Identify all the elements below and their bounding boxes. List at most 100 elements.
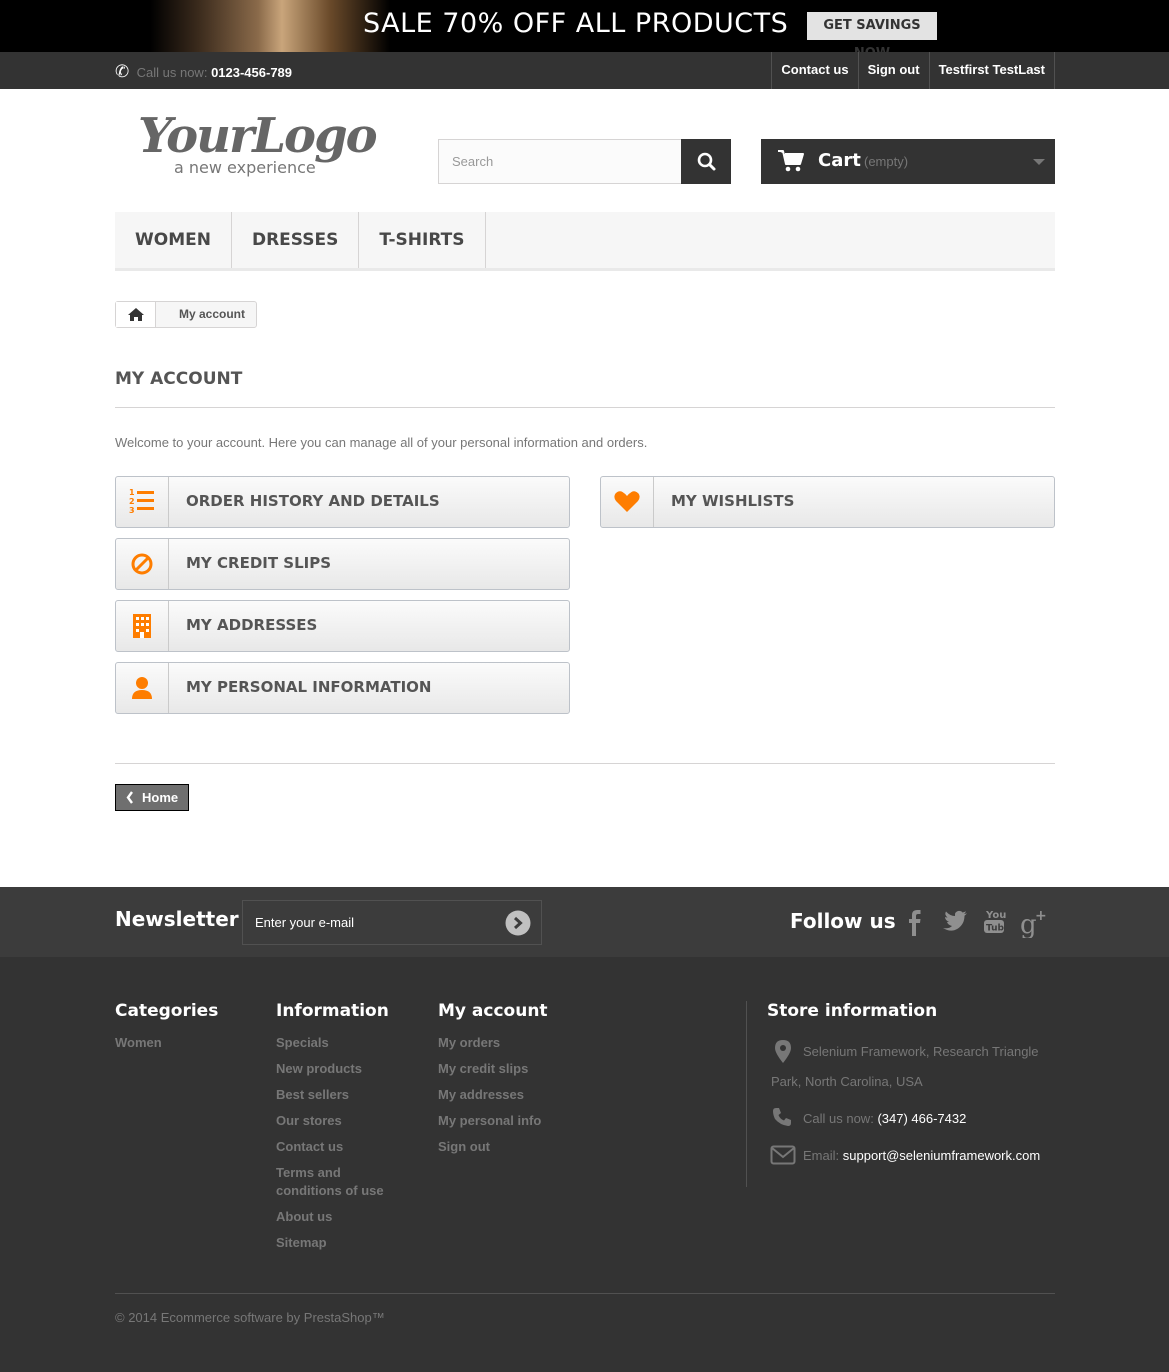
footer-link-contact-us[interactable]: Contact us (276, 1138, 401, 1156)
footer-link-my-credit-slips[interactable]: My credit slips (438, 1060, 548, 1078)
home-button-label: Home (142, 790, 179, 805)
arrow-circle-right-icon[interactable] (505, 910, 531, 936)
chevron-left-icon (126, 791, 133, 804)
footer-link-new-products[interactable]: New products (276, 1060, 401, 1078)
store-information-heading: Store information (767, 1001, 938, 1021)
top-nav-bar: ✆ Call us now: 0123-456-789 Contact us S… (0, 52, 1169, 89)
banner-model-image (150, 0, 390, 52)
search-icon (697, 152, 716, 171)
svg-text:2: 2 (129, 497, 135, 506)
welcome-text: Welcome to your account. Here you can ma… (115, 435, 648, 450)
footer-my-account-heading: My account (438, 1001, 548, 1021)
addresses-label: MY ADDRESSES (186, 616, 318, 634)
personal-info-button[interactable]: MY PERSONAL INFORMATION (115, 662, 570, 714)
newsletter-heading: Newsletter (115, 907, 239, 931)
twitter-icon[interactable] (939, 906, 969, 938)
call-us: ✆ Call us now: 0123-456-789 (115, 62, 292, 82)
breadcrumb-home[interactable] (116, 302, 156, 327)
call-label: Call us now: (136, 65, 208, 80)
store-email-link[interactable]: support@seleniumframework.com (843, 1148, 1040, 1163)
addresses-button[interactable]: MY ADDRESSES (115, 600, 570, 652)
order-history-label: ORDER HISTORY AND DETAILS (186, 492, 440, 510)
logo-text: YourLogo (138, 108, 378, 164)
store-email: Email: support@seleniumframework.com (803, 1148, 1040, 1163)
facebook-icon[interactable] (899, 906, 929, 938)
youtube-icon[interactable]: You Tube (979, 906, 1009, 938)
footer: Categories Women Information Specials Ne… (0, 957, 1169, 1372)
footer-link-sign-out[interactable]: Sign out (438, 1138, 548, 1156)
personal-info-icon-cell (116, 663, 169, 713)
footer-link-specials[interactable]: Specials (276, 1034, 401, 1052)
footer-my-account: My account My orders My credit slips My … (438, 1001, 548, 1164)
map-marker-icon (775, 1040, 791, 1063)
contact-us-link[interactable]: Contact us (771, 52, 857, 89)
footer-link-our-stores[interactable]: Our stores (276, 1112, 401, 1130)
user-links: Contact us Sign out Testfirst TestLast (771, 52, 1055, 89)
svg-text:Tube: Tube (986, 924, 1009, 934)
ban-icon (131, 553, 153, 575)
copyright[interactable]: © 2014 Ecommerce software by PrestaShop™ (115, 1310, 385, 1325)
order-history-icon-cell: 1 2 3 (116, 477, 169, 527)
divider (115, 763, 1055, 764)
addresses-icon-cell (116, 601, 169, 651)
store-email-label: Email: (803, 1148, 840, 1163)
footer-link-best-sellers[interactable]: Best sellers (276, 1086, 401, 1104)
search-button[interactable] (681, 139, 731, 184)
breadcrumb: My account (115, 301, 258, 328)
search-input[interactable] (439, 140, 682, 183)
envelope-icon (770, 1145, 796, 1165)
footer-link-women[interactable]: Women (115, 1034, 218, 1052)
banner-headline: SALE 70% OFF ALL PRODUCTS (363, 8, 789, 39)
wishlists-button[interactable]: MY WISHLISTS (600, 476, 1055, 528)
footer-categories-heading: Categories (115, 1001, 219, 1021)
home-button[interactable]: Home (115, 784, 189, 811)
get-savings-button[interactable]: GET SAVINGS NOW (807, 12, 937, 61)
phone-icon: ✆ (115, 62, 130, 81)
footer-link-my-orders[interactable]: My orders (438, 1034, 548, 1052)
promo-banner[interactable]: SALE 70% OFF ALL PRODUCTS GET SAVINGS NO… (0, 0, 1169, 61)
breadcrumb-current: My account (179, 307, 246, 321)
order-history-button[interactable]: 1 2 3 ORDER HISTORY AND DETAILS (115, 476, 570, 528)
sign-out-link[interactable]: Sign out (857, 52, 929, 89)
svg-text:+: + (1035, 908, 1047, 924)
footer-link-about-us[interactable]: About us (276, 1208, 401, 1226)
footer-information: Information Specials New products Best s… (276, 1001, 401, 1260)
store-call-label: Call us now: (803, 1111, 874, 1126)
svg-text:You: You (985, 910, 1006, 921)
search-box (438, 139, 731, 184)
cart-button[interactable]: Cart (empty) (761, 139, 1055, 184)
divider (115, 1293, 1055, 1294)
wishlists-label: MY WISHLISTS (671, 492, 795, 510)
logo-tagline: a new experience (174, 158, 316, 177)
menu-item-women[interactable]: WOMEN (115, 212, 232, 268)
divider (115, 407, 1055, 408)
cart-status: (empty) (864, 154, 909, 169)
footer-categories: Categories Women (115, 1001, 218, 1060)
phone-icon (773, 1108, 791, 1126)
store-phone-number: (347) 466-7432 (877, 1111, 967, 1126)
cart-label: Cart (818, 150, 861, 171)
numbered-list-icon: 1 2 3 (129, 488, 154, 515)
footer-link-terms[interactable]: Terms and conditions of use (276, 1164, 391, 1200)
menu-item-dresses[interactable]: DRESSES (232, 212, 360, 268)
home-icon (128, 308, 144, 321)
main-menu: WOMEN DRESSES T-SHIRTS (115, 212, 1055, 271)
store-logo[interactable]: YourLogo a new experience (138, 108, 378, 178)
personal-info-label: MY PERSONAL INFORMATION (186, 678, 432, 696)
credit-slips-icon-cell (116, 539, 169, 589)
cart-icon (778, 150, 804, 172)
newsletter-field (242, 900, 542, 945)
chevron-down-icon (1033, 159, 1045, 165)
user-icon (132, 677, 152, 699)
footer-link-sitemap[interactable]: Sitemap (276, 1234, 401, 1252)
menu-item-tshirts[interactable]: T-SHIRTS (359, 212, 486, 268)
footer-link-my-addresses[interactable]: My addresses (438, 1086, 548, 1104)
store-address-line2: Park, North Carolina, USA (771, 1074, 923, 1089)
footer-link-my-personal-info[interactable]: My personal info (438, 1112, 548, 1130)
account-name-link[interactable]: Testfirst TestLast (928, 52, 1055, 89)
store-phone: Call us now: (347) 466-7432 (803, 1111, 966, 1126)
credit-slips-button[interactable]: MY CREDIT SLIPS (115, 538, 570, 590)
store-information: Store information Selenium Framework, Re… (746, 1001, 1055, 1187)
google-plus-icon[interactable]: g + (1019, 906, 1049, 938)
newsletter-email-input[interactable] (243, 901, 493, 944)
